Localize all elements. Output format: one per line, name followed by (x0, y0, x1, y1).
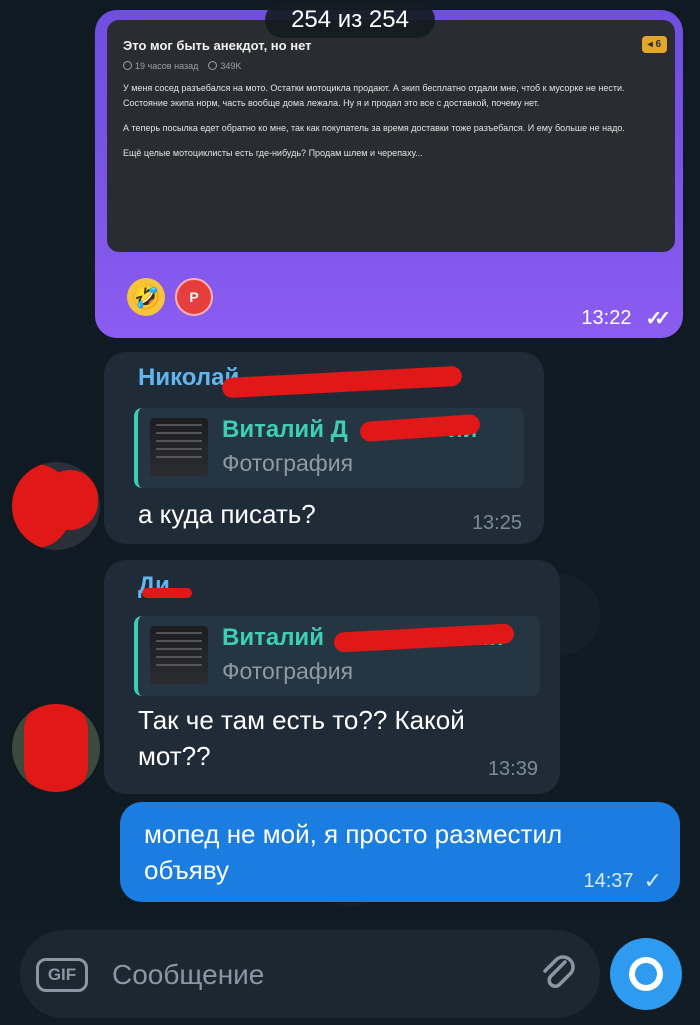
post-paragraph: У меня сосед разъебался на мото. Остатки… (123, 83, 625, 108)
message-time: 13:39 (487, 758, 538, 780)
reply-quote[interactable]: Виталийий Фотография (134, 616, 540, 696)
message-time: 13:22 (581, 307, 632, 329)
reactions-row: 🤣 Р (127, 278, 213, 316)
post-time-text: 19 часов назад (135, 61, 199, 71)
post-time: 19 часов назад (123, 61, 198, 71)
redaction-scribble (42, 470, 98, 530)
post-title: Это мог быть анекдот, но нет (123, 38, 312, 53)
reaction-user-avatar[interactable]: Р (175, 278, 213, 316)
post-views-text: 349K (220, 61, 242, 71)
message-time: 13:25 (471, 512, 522, 534)
post-body: У меня сосед разъебался на мото. Остатки… (123, 81, 659, 161)
incoming-message[interactable]: Ди Виталийий Фотография Так че там есть … (104, 560, 560, 794)
message-meta: 14:37 ✓ (584, 868, 663, 894)
redaction-scribble (142, 588, 192, 598)
attach-button[interactable] (535, 950, 583, 998)
composer-bar: GIF (0, 920, 700, 1025)
reply-subtitle: Фотография (222, 658, 354, 684)
outgoing-message[interactable]: мопед не мой, я просто разместил объяву … (120, 802, 680, 902)
camera-button[interactable] (610, 938, 682, 1010)
post-badge-count: 6 (655, 39, 661, 50)
message-text: Так че там есть то?? Какой мот?? (138, 705, 465, 771)
message-text: мопед не мой, я просто разместил объяву (144, 819, 563, 885)
paperclip-icon (543, 955, 575, 988)
reply-thumbnail (150, 626, 208, 684)
megaphone-icon: ◂ (647, 39, 653, 50)
post-preview-card[interactable]: Это мог быть анекдот, но нет 19 часов на… (107, 20, 675, 252)
camera-icon (629, 957, 663, 991)
avatar[interactable] (12, 704, 100, 792)
reply-author-start: Виталий Д (222, 416, 348, 443)
reply-author-start: Виталий (222, 624, 324, 651)
gif-button[interactable]: GIF (36, 958, 88, 992)
post-paragraph: Ещё целые мотоциклисты есть где-нибудь? … (123, 148, 423, 158)
redaction-scribble (221, 365, 463, 399)
double-check-icon: ✓✓ (645, 308, 670, 330)
post-paragraph: А теперь посылка едет обратно ко мне, та… (123, 123, 625, 133)
post-meta: 19 часов назад 349K (123, 61, 659, 71)
eye-icon (208, 61, 218, 70)
reply-thumbnail (150, 418, 208, 476)
reply-subtitle: Фотография (222, 450, 354, 476)
message-text: а куда писать? (138, 499, 316, 529)
chat-screen: 254 из 254 Это мог быть анекдот, но нет … (0, 0, 700, 1025)
incoming-message[interactable]: Николай Виталий Дий Фотография а куда пи… (104, 352, 544, 544)
clock-icon (123, 61, 132, 70)
avatar[interactable] (12, 462, 100, 550)
message-input[interactable] (112, 950, 502, 1000)
redaction-scribble (24, 704, 88, 792)
message-meta: 13:22 ✓✓ (581, 306, 670, 331)
reply-quote[interactable]: Виталий Дий Фотография (134, 408, 524, 488)
check-icon: ✓ (643, 868, 662, 893)
post-views: 349K (208, 61, 241, 71)
forwarded-post-bubble[interactable]: Это мог быть анекдот, но нет 19 часов на… (95, 10, 683, 338)
search-result-counter: 254 из 254 (265, 2, 435, 38)
post-badge: ◂ 6 (641, 36, 667, 53)
reaction-laugh-emoji[interactable]: 🤣 (127, 278, 165, 316)
composer-field: GIF (20, 930, 600, 1018)
message-time: 14:37 (583, 869, 634, 892)
